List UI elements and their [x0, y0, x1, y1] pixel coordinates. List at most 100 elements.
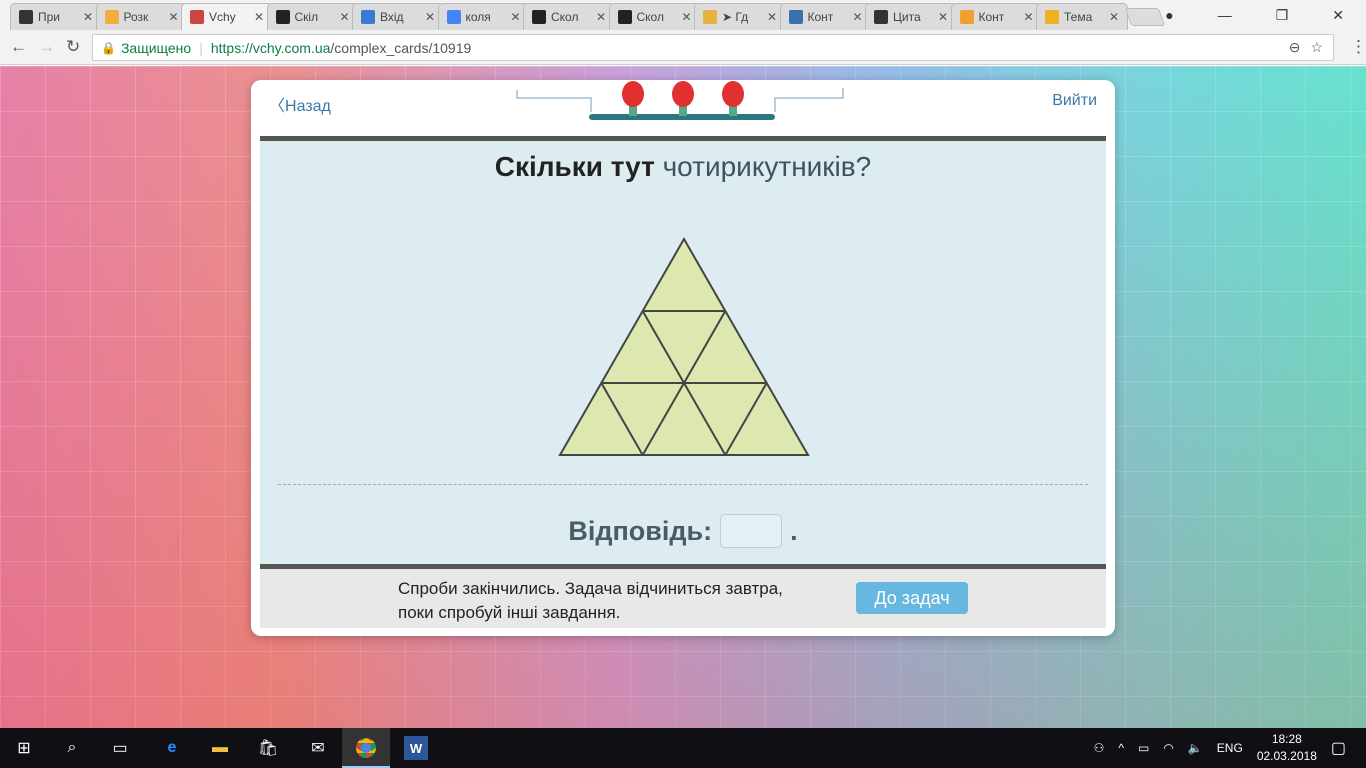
menu-icon[interactable]: ⋮: [1350, 37, 1366, 57]
clock[interactable]: 18:28 02.03.2018: [1257, 731, 1317, 765]
tab-title: Vchy: [209, 10, 236, 24]
tab-title: ➤ Гд: [722, 10, 749, 24]
file-explorer-icon[interactable]: ▬: [208, 736, 232, 760]
browser-tab[interactable]: Тема ✕: [1036, 3, 1128, 30]
close-window-button[interactable]: ✕: [1332, 7, 1344, 24]
language-indicator[interactable]: ENG: [1217, 741, 1243, 755]
browser-tab[interactable]: Розк ✕: [95, 3, 188, 30]
profile-icon[interactable]: ●: [1165, 7, 1173, 23]
answer-suffix: .: [790, 515, 798, 546]
battery-icon[interactable]: ▭: [1138, 741, 1149, 755]
answer-row: Відповідь: .: [260, 514, 1106, 548]
people-icon[interactable]: ⚇: [1094, 741, 1105, 755]
forward-arrow-icon[interactable]: →: [38, 37, 55, 57]
mail-icon[interactable]: ✉: [306, 736, 330, 760]
task-card: 〈Назад Вийти Скільки тут чотирикутників?…: [251, 80, 1115, 636]
lock-icon: 🔒: [101, 40, 116, 55]
tab-title: коля: [465, 10, 491, 24]
pencil-favicon-icon: [703, 10, 717, 24]
browser-tab[interactable]: Скол ✕: [523, 3, 615, 30]
close-tab-icon[interactable]: ✕: [767, 10, 777, 24]
secure-label: Защищено: [120, 39, 192, 56]
minimize-button[interactable]: —: [1218, 7, 1232, 23]
i-favicon-icon: [361, 10, 375, 24]
close-tab-icon[interactable]: ✕: [168, 10, 178, 24]
browser-tab[interactable]: Вхід ✕: [352, 3, 444, 30]
close-tab-icon[interactable]: ✕: [254, 10, 264, 24]
reload-icon[interactable]: ↻: [66, 37, 80, 57]
close-tab-icon[interactable]: ✕: [339, 10, 349, 24]
zoom-icon[interactable]: ⊖: [1289, 39, 1301, 56]
close-tab-icon[interactable]: ✕: [938, 10, 948, 24]
notifications-icon[interactable]: ▢: [1331, 738, 1346, 758]
tab-strip: При ✕ Розк ✕ Vchy ✕ Скіл ✕ Вхід ✕ коля ✕ Скол ✕ Скол ✕ ➤…: [0, 0, 1366, 30]
url-input[interactable]: 🔒 Защищено | https://vchy.com.ua/complex…: [92, 34, 1334, 61]
to-tasks-button[interactable]: До задач: [856, 582, 968, 614]
browser-tab[interactable]: При ✕: [10, 3, 102, 30]
tab-title: Вхід: [380, 10, 404, 24]
exit-link[interactable]: Вийти: [1052, 92, 1097, 110]
task-area: Скільки тут чотирикутників? Відповідь: .: [260, 136, 1106, 564]
page-background: 〈Назад Вийти Скільки тут чотирикутників?…: [0, 66, 1366, 728]
url-path: /complex_cards/10919: [330, 39, 472, 56]
tab-title: При: [38, 10, 61, 24]
maximize-button[interactable]: ❐: [1276, 7, 1289, 24]
bookmark-star-icon[interactable]: ☆: [1310, 39, 1323, 56]
search-icon[interactable]: ⌕: [60, 736, 84, 760]
back-arrow-icon[interactable]: ←: [10, 37, 27, 57]
close-tab-icon[interactable]: ✕: [1109, 10, 1119, 24]
N7-favicon-icon: [19, 10, 33, 24]
browser-tab[interactable]: Конт ✕: [779, 3, 872, 30]
close-tab-icon[interactable]: ✕: [596, 10, 606, 24]
bulb-icon: [722, 81, 744, 116]
back-link[interactable]: 〈Назад: [269, 92, 331, 116]
browser-tab[interactable]: Скіл ✕: [266, 3, 359, 30]
answer-label: Відповідь:: [568, 515, 713, 546]
wifi-icon[interactable]: ◠: [1163, 741, 1173, 755]
taskbar: ⊞ ⌕ ▭ e ▬ 🛍 ✉ W ⚇ ^ ▭ ◠ 🔈 ENG 18:28 02.03…: [0, 728, 1366, 768]
address-bar-area: ← → ↻ 🔒 Защищено | https://vchy.com.ua/c…: [0, 30, 1366, 65]
attempts-message: Спроби закінчились. Задача відчиниться з…: [398, 579, 783, 622]
task-view-icon[interactable]: ▭: [108, 736, 132, 760]
browser-tab[interactable]: Скол ✕: [608, 3, 701, 30]
tab-title: Скол: [551, 10, 579, 24]
windows-start-icon[interactable]: ⊞: [12, 736, 36, 760]
status-footer: Спроби закінчились. Задача відчиниться з…: [260, 564, 1106, 628]
browser-tab[interactable]: Vchy ✕: [181, 3, 273, 30]
book-favicon-icon: [788, 10, 803, 24]
close-tab-icon[interactable]: ✕: [425, 10, 435, 24]
close-tab-icon[interactable]: ✕: [681, 10, 691, 24]
answer-input[interactable]: [720, 514, 783, 548]
store-icon[interactable]: 🛍: [256, 736, 280, 760]
close-tab-icon[interactable]: ✕: [852, 10, 862, 24]
volume-icon[interactable]: 🔈: [1188, 741, 1203, 755]
triangle-shape: [558, 236, 810, 456]
3-favicon-icon: [275, 10, 290, 24]
3-favicon-icon: [532, 10, 546, 24]
bulb-icon: [672, 81, 694, 116]
new-tab-button[interactable]: [1124, 8, 1166, 26]
browser-tab[interactable]: Конт ✕: [950, 3, 1043, 30]
back-label: Назад: [285, 98, 331, 115]
S-favicon-icon: [959, 10, 974, 24]
hand-favicon-icon: [104, 10, 119, 24]
attempts-bulbs: [516, 81, 844, 120]
tab-title: Конт: [978, 10, 1005, 24]
browser-tab[interactable]: Цита ✕: [865, 3, 957, 30]
chrome-taskbar-button[interactable]: [342, 728, 390, 768]
tab-title: Цита: [893, 10, 921, 24]
browser-tab[interactable]: ➤ Гд ✕: [694, 3, 786, 30]
chevron-up-icon[interactable]: ^: [1118, 741, 1124, 755]
tab-title: Тема: [1064, 10, 1093, 24]
chart-favicon-icon: [1045, 10, 1059, 24]
tab-title: Скіл: [294, 10, 319, 24]
close-tab-icon[interactable]: ✕: [1023, 10, 1033, 24]
3-favicon-icon: [617, 10, 632, 24]
close-tab-icon[interactable]: ✕: [83, 10, 93, 24]
edge-icon[interactable]: e: [160, 736, 184, 760]
N7-favicon-icon: [874, 10, 888, 24]
browser-tab[interactable]: коля ✕: [437, 3, 530, 30]
bulb-icon: [622, 81, 644, 116]
word-icon[interactable]: W: [404, 736, 428, 760]
close-tab-icon[interactable]: ✕: [510, 10, 520, 24]
